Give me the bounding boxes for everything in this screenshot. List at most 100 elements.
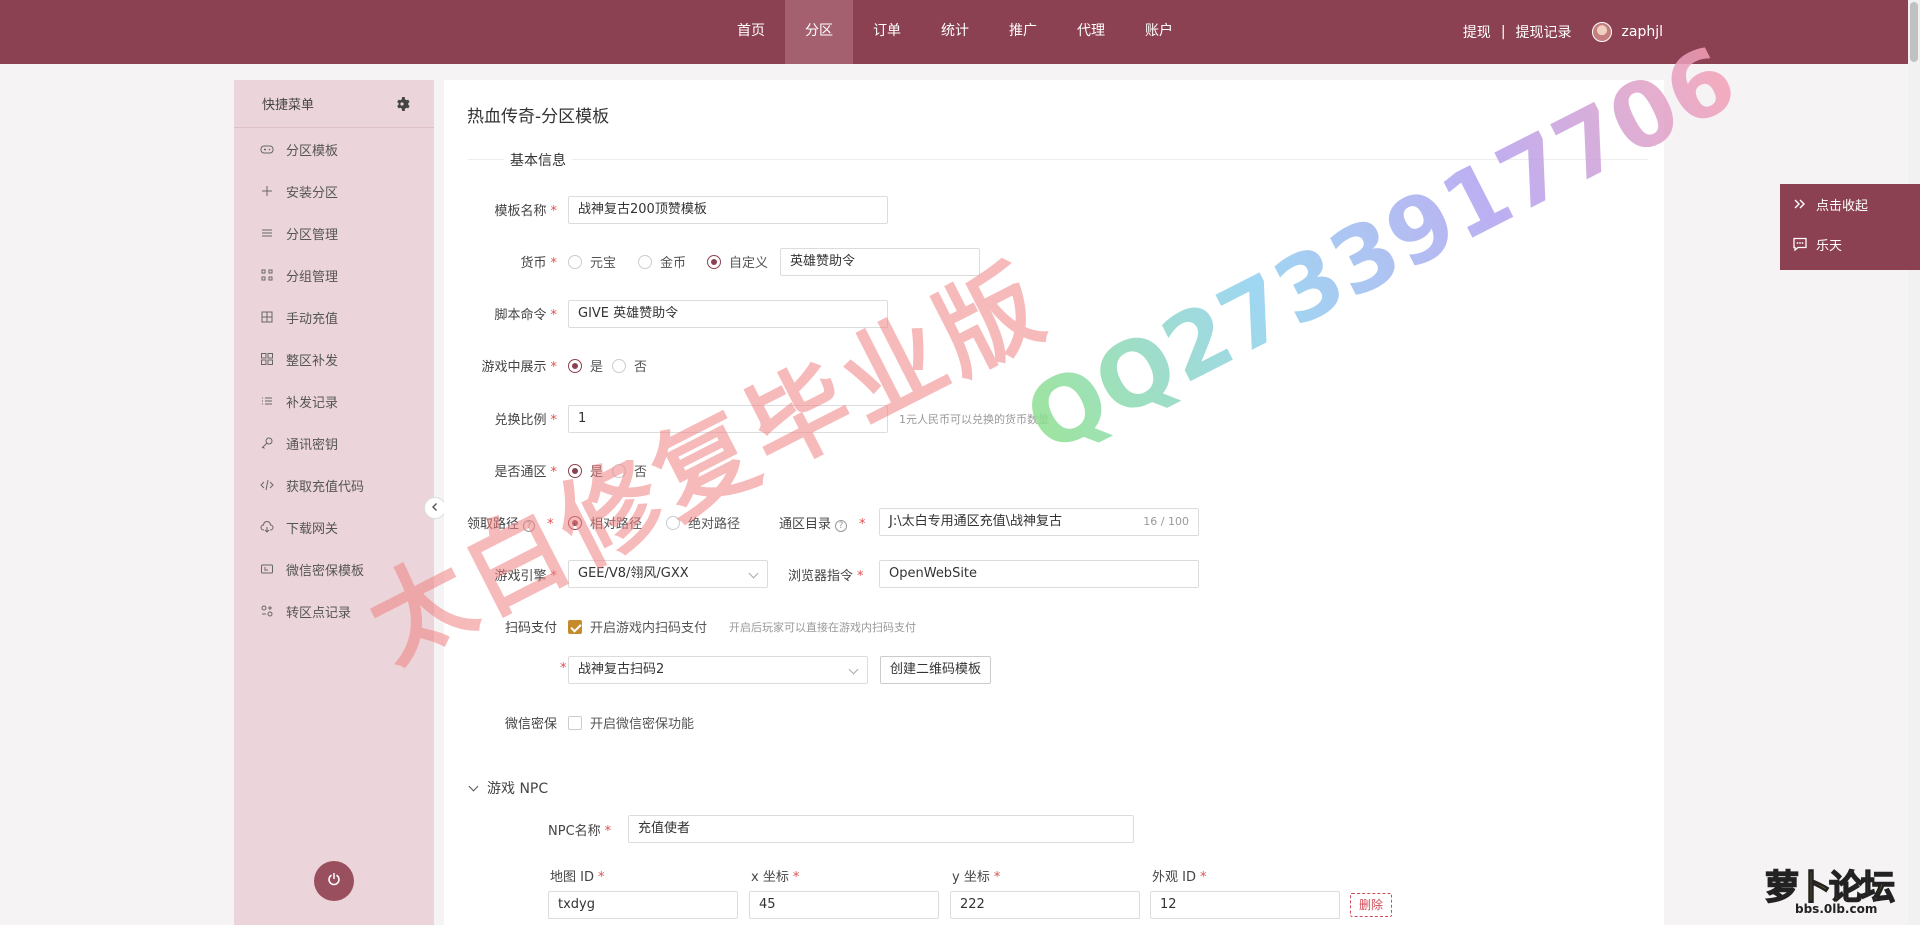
floating-panel: 点击收起 乐天 bbox=[1780, 184, 1920, 270]
template-name-input[interactable]: 战神复古200顶赞模板 bbox=[568, 196, 888, 224]
menu-icon bbox=[260, 226, 274, 240]
npc-name-label: NPC名称 * bbox=[548, 820, 611, 839]
required-mark: * bbox=[859, 517, 866, 532]
universal-zone-no[interactable]: 否 bbox=[612, 461, 647, 480]
apps-icon bbox=[260, 352, 274, 366]
wechat-security-checkbox[interactable]: 开启微信密保功能 bbox=[568, 713, 694, 732]
qr-template-select[interactable]: 战神复古扫码2 bbox=[568, 656, 868, 684]
sidebar-item-reissue-records[interactable]: 补发记录 bbox=[234, 380, 434, 422]
sidebar-item-zone-manage[interactable]: 分区管理 bbox=[234, 212, 434, 254]
map-id-label: 地图 ID * bbox=[550, 866, 604, 885]
radio-label: 是 bbox=[590, 360, 604, 375]
chat-icon bbox=[1792, 236, 1808, 252]
label-text: 模板名称 bbox=[494, 204, 547, 219]
sidebar-collapse-button[interactable] bbox=[424, 497, 446, 519]
logout-button[interactable] bbox=[314, 861, 354, 901]
path-relative-radio[interactable]: 相对路径 bbox=[568, 513, 642, 532]
sidebar-item-group-manage[interactable]: 分组管理 bbox=[234, 254, 434, 296]
exchange-ratio-hint: 1元人民币可以兑换的货币数量 bbox=[899, 413, 1049, 426]
plus-icon bbox=[260, 184, 274, 198]
browser-cmd-input[interactable]: OpenWebSite bbox=[879, 560, 1199, 588]
currency-radio-yuanbao[interactable]: 元宝 bbox=[568, 252, 616, 271]
avatar[interactable] bbox=[1591, 22, 1612, 42]
radio-label: 自定义 bbox=[729, 256, 769, 271]
sidebar-item-label: 分区模板 bbox=[286, 143, 339, 159]
help-icon[interactable]: ? bbox=[835, 520, 848, 532]
currency-radio-gold[interactable]: 金币 bbox=[638, 252, 686, 271]
sidebar-item-label: 分区管理 bbox=[286, 227, 339, 243]
sidebar-item-label: 分组管理 bbox=[286, 269, 339, 285]
nav-orders[interactable]: 订单 bbox=[853, 0, 921, 64]
universal-dir-input[interactable]: J:\太白专用通区充值\战神复古 16 / 100 bbox=[879, 508, 1199, 536]
sidebar-item-zone-template[interactable]: 分区模板 bbox=[234, 128, 434, 170]
sidebar-item-comm-key[interactable]: 通讯密钥 bbox=[234, 422, 434, 464]
nav-account[interactable]: 账户 bbox=[1125, 0, 1193, 64]
radio-label: 否 bbox=[634, 465, 648, 480]
exchange-ratio-input[interactable]: 1 bbox=[568, 405, 888, 433]
power-icon bbox=[326, 871, 342, 891]
currency-label: 货币 * bbox=[444, 252, 557, 271]
collapse-label: 点击收起 bbox=[1816, 198, 1869, 214]
nav-home[interactable]: 首页 bbox=[717, 0, 785, 64]
sidebar-item-download-gateway[interactable]: 下载网关 bbox=[234, 506, 434, 548]
required-mark: * bbox=[550, 308, 558, 323]
required-mark: * bbox=[550, 360, 558, 375]
withdraw-records-link[interactable]: 提现记录 bbox=[1516, 22, 1572, 42]
sidebar-item-zone-reissue[interactable]: 整区补发 bbox=[234, 338, 434, 380]
y-coord-input[interactable]: 222 bbox=[950, 891, 1140, 919]
currency-custom-input[interactable]: 英雄赞助令 bbox=[780, 248, 980, 276]
page-scrollbar[interactable] bbox=[1908, 0, 1920, 925]
label-text: 地图 ID bbox=[550, 870, 594, 885]
delete-npc-button[interactable]: 删除 bbox=[1350, 893, 1393, 917]
top-navbar: 首页 分区 订单 统计 推广 代理 账户 提现 | 提现记录 zaphjl bbox=[0, 0, 1908, 64]
sidebar-item-get-recharge-code[interactable]: 获取充值代码 bbox=[234, 464, 434, 506]
claim-path-label: 领取路径? * bbox=[467, 513, 554, 532]
required-mark: * bbox=[1199, 870, 1207, 885]
show-in-game-yes[interactable]: 是 bbox=[568, 356, 603, 375]
y-coord-label: y 坐标 * bbox=[952, 866, 1000, 885]
universal-zone-yes[interactable]: 是 bbox=[568, 461, 603, 480]
radio-dot bbox=[568, 358, 582, 373]
nav-promotion[interactable]: 推广 bbox=[989, 0, 1057, 64]
scrollbar-thumb[interactable] bbox=[1910, 2, 1918, 62]
group-icon bbox=[260, 268, 274, 282]
withdraw-link[interactable]: 提现 bbox=[1463, 22, 1491, 42]
sidebar-item-label: 通讯密钥 bbox=[286, 437, 339, 453]
radio-label: 元宝 bbox=[590, 256, 617, 271]
label-text: x 坐标 bbox=[751, 870, 789, 885]
game-engine-select[interactable]: GEE/V8/翎风/GXX bbox=[568, 560, 768, 588]
appearance-id-label: 外观 ID * bbox=[1152, 866, 1206, 885]
double-chevron-right-icon bbox=[1792, 196, 1808, 212]
path-absolute-radio[interactable]: 绝对路径 bbox=[666, 513, 740, 532]
npc-name-input[interactable]: 充值使者 bbox=[628, 815, 1134, 843]
npc-section-toggle[interactable]: 游戏 NPC bbox=[468, 778, 548, 798]
label-text: y 坐标 bbox=[952, 870, 990, 885]
script-command-input[interactable]: GIVE 英雄赞助令 bbox=[568, 300, 888, 328]
gear-icon[interactable] bbox=[394, 96, 410, 112]
label-text: 外观 ID bbox=[1152, 870, 1196, 885]
appearance-id-input[interactable]: 12 bbox=[1150, 891, 1340, 919]
sidebar-item-manual-recharge[interactable]: 手动充值 bbox=[234, 296, 434, 338]
required-mark: * bbox=[597, 870, 605, 885]
sidebar-item-transfer-records[interactable]: 转区点记录 bbox=[234, 590, 434, 632]
collapse-panel-button[interactable]: 点击收起 bbox=[1780, 184, 1920, 224]
map-id-input[interactable]: txdyg bbox=[548, 891, 738, 919]
x-coord-input[interactable]: 45 bbox=[749, 891, 939, 919]
currency-radio-custom[interactable]: 自定义 bbox=[707, 252, 768, 271]
chevron-down-icon bbox=[748, 568, 759, 579]
chat-button[interactable]: 乐天 bbox=[1780, 224, 1920, 264]
help-icon[interactable]: ? bbox=[523, 520, 536, 532]
label-text: NPC名称 bbox=[548, 824, 601, 839]
create-qr-template-button[interactable]: 创建二维码模板 bbox=[880, 656, 992, 684]
nav-agent[interactable]: 代理 bbox=[1057, 0, 1125, 64]
sidebar-item-install-zone[interactable]: 安装分区 bbox=[234, 170, 434, 212]
username[interactable]: zaphjl bbox=[1622, 24, 1663, 40]
show-in-game-no[interactable]: 否 bbox=[612, 356, 647, 375]
scan-pay-checkbox[interactable]: 开启游戏内扫码支付 bbox=[568, 617, 707, 636]
sidebar-item-wechat-security-template[interactable]: 微信密保模板 bbox=[234, 548, 434, 590]
nav-stats[interactable]: 统计 bbox=[921, 0, 989, 64]
required-mark: * bbox=[550, 569, 558, 584]
label-text: 游戏引擎 bbox=[494, 569, 547, 584]
nav-zones[interactable]: 分区 bbox=[785, 0, 853, 64]
radio-label: 金币 bbox=[660, 256, 687, 271]
